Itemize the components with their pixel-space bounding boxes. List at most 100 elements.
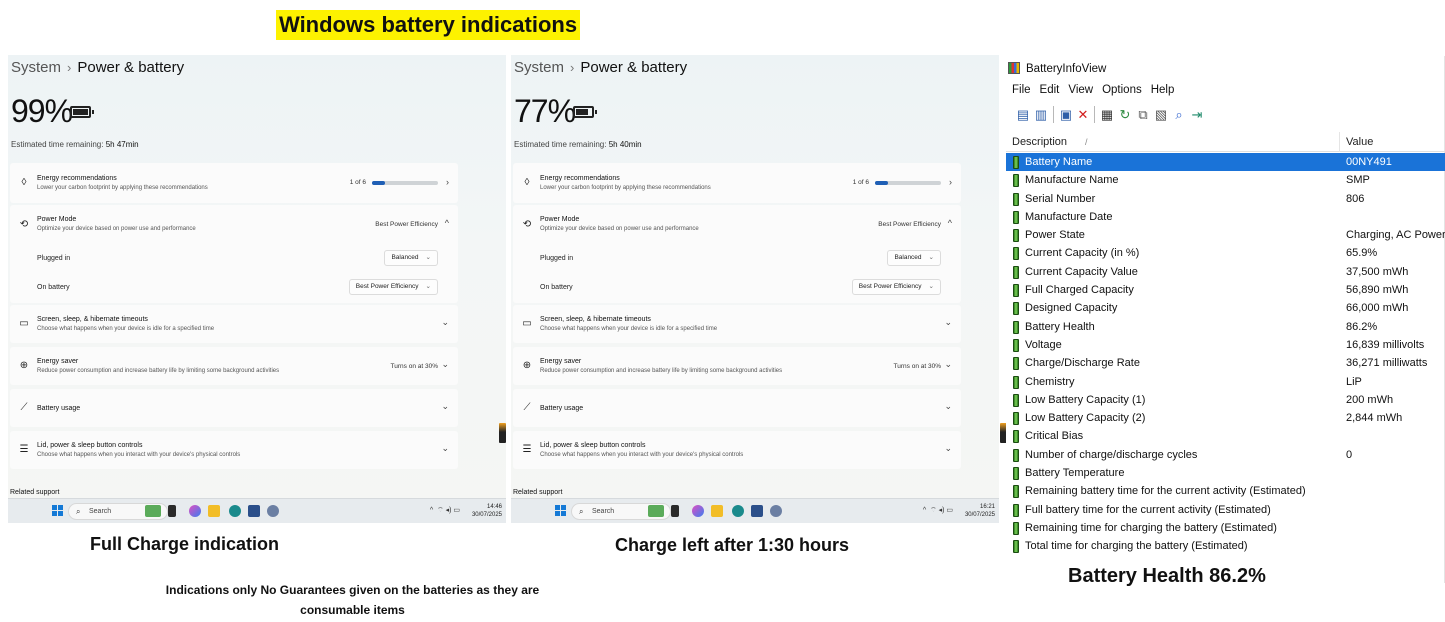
card-energy-recommendations[interactable]: ◊ Energy recommendations Lower your carb… <box>513 163 961 203</box>
lid-controls-icon: ☰ <box>19 444 29 455</box>
table-row[interactable]: Remaining battery time for the current a… <box>1006 482 1445 500</box>
tray-icons[interactable]: ^ ⌔ ◂) ▭ <box>923 506 953 515</box>
table-row[interactable]: Manufacture Date <box>1006 208 1445 226</box>
menu-help[interactable]: Help <box>1151 84 1175 96</box>
table-row[interactable]: Critical Bias <box>1006 427 1445 445</box>
battery-info-icon[interactable]: ▤ <box>1016 107 1030 122</box>
col-value[interactable]: Value <box>1346 132 1373 152</box>
table-row[interactable]: Power State Charging, AC Power <box>1006 226 1445 244</box>
settings-gear-icon[interactable] <box>770 505 782 517</box>
table-row[interactable]: Total time for charging the battery (Est… <box>1006 537 1445 555</box>
sort-indicator-icon: / <box>1085 137 1088 147</box>
saver-value: Turns on at 30% <box>893 363 941 370</box>
card-screen-sleep[interactable]: ▭ Screen, sleep, & hibernate timeouts Ch… <box>10 305 458 343</box>
table-row[interactable]: Serial Number 806 <box>1006 190 1445 208</box>
table-row[interactable]: Chemistry LiP <box>1006 373 1445 391</box>
table-row[interactable]: Remaining time for charging the battery … <box>1006 519 1445 537</box>
settings-gear-icon[interactable] <box>267 505 279 517</box>
store-icon[interactable] <box>248 505 260 517</box>
power-mode-value[interactable]: Best Power Efficiency <box>878 221 941 228</box>
power-mode-value[interactable]: Best Power Efficiency <box>375 221 438 228</box>
chevron-up-icon[interactable]: ^ <box>445 218 449 228</box>
windows-start-icon[interactable] <box>52 505 64 517</box>
taskbar-clock[interactable]: 16:21 30/07/2025 <box>965 503 995 519</box>
batteryinfoview-window: BatteryInfoView File Edit View Options Help … <box>1006 56 1445 583</box>
clock-time: 16:21 <box>979 504 995 510</box>
on-battery-dropdown[interactable]: Best Power Efficiency ⌄ <box>348 279 438 295</box>
save-icon[interactable]: ▦ <box>1100 107 1114 122</box>
desktop-icon[interactable] <box>168 505 176 517</box>
table-row[interactable]: Number of charge/discharge cycles 0 <box>1006 446 1445 464</box>
windows-start-icon[interactable] <box>555 505 567 517</box>
energy-progress-fill <box>875 181 888 185</box>
find-icon[interactable]: ⌕ <box>1172 107 1186 122</box>
card-energy-recommendations[interactable]: ◊ Energy recommendations Lower your carb… <box>10 163 458 203</box>
table-row[interactable]: Current Capacity Value 37,500 mWh <box>1006 263 1445 281</box>
table-row[interactable]: Battery Health 86.2% <box>1006 318 1445 336</box>
battery-row-icon <box>1013 357 1019 371</box>
refresh-icon[interactable]: ↻ <box>1118 107 1132 122</box>
row-value: 00NY491 <box>1346 156 1392 168</box>
copy-icon[interactable]: ⧉ <box>1136 107 1150 122</box>
weather-icon[interactable] <box>145 505 161 517</box>
file-explorer-icon[interactable] <box>711 505 723 517</box>
menu-options[interactable]: Options <box>1102 84 1142 96</box>
menu-view[interactable]: View <box>1068 84 1093 96</box>
power-mode-icon: ⟲ <box>522 219 532 230</box>
breadcrumb-system[interactable]: System <box>11 59 61 76</box>
page-title: Power & battery <box>77 59 185 76</box>
chevron-right-icon: › <box>446 177 449 187</box>
battery-level-fill <box>73 109 88 115</box>
menu-edit[interactable]: Edit <box>1040 84 1060 96</box>
card-screen-sleep[interactable]: ▭ Screen, sleep, & hibernate timeouts Ch… <box>513 305 961 343</box>
card-battery-usage[interactable]: ⟋ Battery usage ⌄ <box>513 389 961 427</box>
file-explorer-icon[interactable] <box>208 505 220 517</box>
lid-subtitle: Choose what happens when you interact wi… <box>37 452 241 458</box>
table-row[interactable]: Low Battery Capacity (1) 200 mWh <box>1006 391 1445 409</box>
table-row[interactable]: Battery Name 00NY491 <box>1006 153 1445 172</box>
card-energy-saver[interactable]: ⊕ Energy saver Reduce power consumption … <box>10 347 458 385</box>
row-description: Current Capacity Value <box>1025 265 1138 278</box>
log-window-icon[interactable]: ▣ <box>1059 107 1073 122</box>
on-battery-dropdown[interactable]: Best Power Efficiency ⌄ <box>851 279 941 295</box>
breadcrumb-system[interactable]: System <box>514 59 564 76</box>
battery-icon <box>573 106 597 118</box>
card-energy-saver[interactable]: ⊕ Energy saver Reduce power consumption … <box>513 347 961 385</box>
energy-progress-bar <box>372 181 438 185</box>
menu-file[interactable]: File <box>1012 84 1031 96</box>
table-row[interactable]: Manufacture Name SMP <box>1006 171 1445 189</box>
table-row[interactable]: Full Charged Capacity 56,890 mWh <box>1006 281 1445 299</box>
column-divider[interactable] <box>1339 132 1340 152</box>
copilot-icon[interactable] <box>189 505 201 517</box>
caption-battery-health: Battery Health 86.2% <box>1068 565 1266 587</box>
table-row[interactable]: Current Capacity (in %) 65.9% <box>1006 244 1445 262</box>
store-icon[interactable] <box>751 505 763 517</box>
table-row[interactable]: Voltage 16,839 millivolts <box>1006 336 1445 354</box>
battery-status-icon[interactable]: ▥ <box>1034 107 1048 122</box>
col-description[interactable]: Description / <box>1012 132 1088 152</box>
delete-icon[interactable]: ✕ <box>1076 107 1090 122</box>
table-row[interactable]: Battery Temperature <box>1006 464 1445 482</box>
chevron-down-icon: ⌄ <box>944 401 952 411</box>
tray-icons[interactable]: ^ ⌔ ◂) ▭ <box>430 506 460 515</box>
card-battery-usage[interactable]: ⟋ Battery usage ⌄ <box>10 389 458 427</box>
table-row[interactable]: Low Battery Capacity (2) 2,844 mWh <box>1006 409 1445 427</box>
card-lid-power[interactable]: ☰ Lid, power & sleep button controls Cho… <box>513 431 961 469</box>
edge-browser-icon[interactable] <box>229 505 241 517</box>
desktop-icon[interactable] <box>671 505 679 517</box>
screen-subtitle: Choose what happens when your device is … <box>540 326 718 332</box>
edge-browser-icon[interactable] <box>732 505 744 517</box>
copilot-icon[interactable] <box>692 505 704 517</box>
table-row[interactable]: Full battery time for the current activi… <box>1006 501 1445 519</box>
table-row[interactable]: Designed Capacity 66,000 mWh <box>1006 299 1445 317</box>
exit-icon[interactable]: ⇥ <box>1190 107 1204 122</box>
taskbar-clock[interactable]: 14:46 30/07/2025 <box>472 503 502 519</box>
chevron-up-icon[interactable]: ^ <box>948 218 952 228</box>
weather-icon[interactable] <box>648 505 664 517</box>
battery-row-icon <box>1013 430 1019 444</box>
properties-icon[interactable]: ▧ <box>1154 107 1168 122</box>
table-row[interactable]: Charge/Discharge Rate 36,271 milliwatts <box>1006 354 1445 372</box>
card-lid-power[interactable]: ☰ Lid, power & sleep button controls Cho… <box>10 431 458 469</box>
plugged-in-dropdown[interactable]: Balanced ⌄ <box>384 250 438 266</box>
plugged-in-dropdown[interactable]: Balanced ⌄ <box>887 250 941 266</box>
